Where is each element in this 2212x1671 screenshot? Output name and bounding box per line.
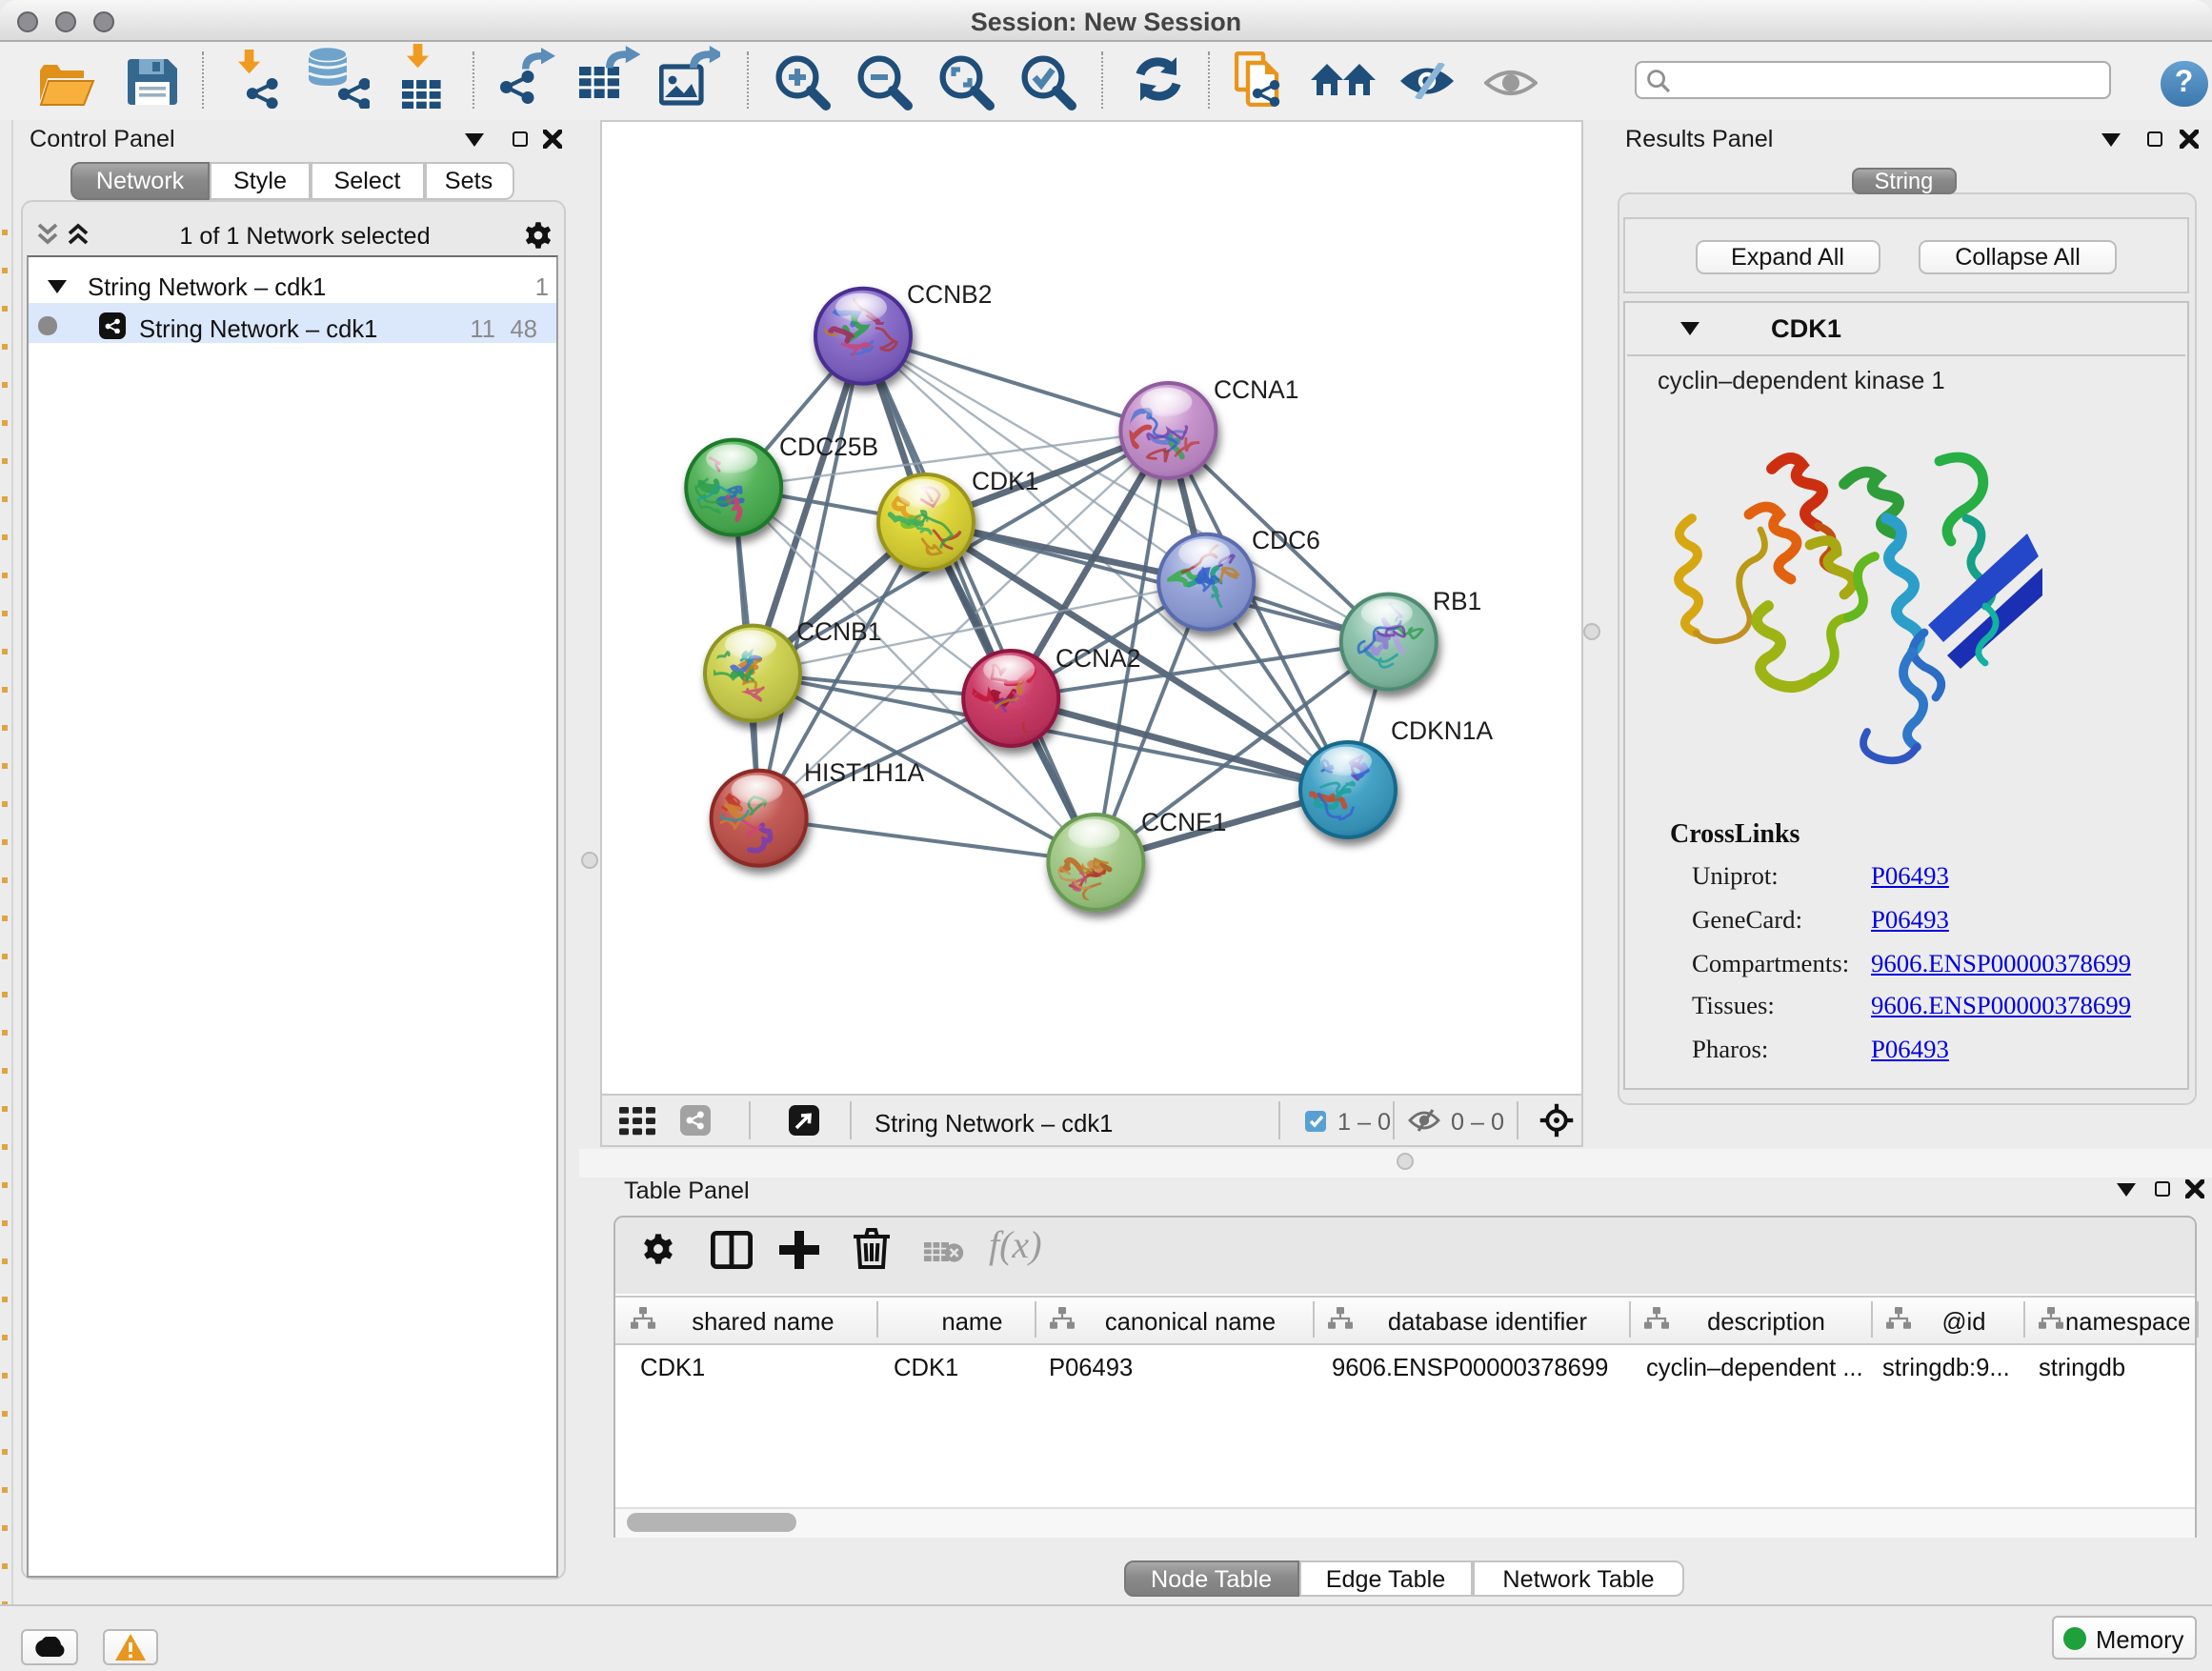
svg-text:CDKN1A: CDKN1A — [1392, 715, 1494, 744]
svg-text:CDK1: CDK1 — [973, 466, 1039, 494]
svg-text:RB1: RB1 — [1434, 586, 1482, 614]
svg-text:CDC25B: CDC25B — [780, 432, 879, 460]
svg-text:CCNB1: CCNB1 — [797, 616, 882, 645]
svg-text:CCNA1: CCNA1 — [1215, 374, 1299, 403]
svg-text:CDC6: CDC6 — [1253, 525, 1321, 554]
svg-text:HIST1H1A: HIST1H1A — [805, 757, 926, 786]
svg-text:CCNE1: CCNE1 — [1142, 807, 1227, 836]
svg-text:CCNA2: CCNA2 — [1056, 643, 1141, 672]
svg-text:CCNB2: CCNB2 — [908, 279, 993, 308]
